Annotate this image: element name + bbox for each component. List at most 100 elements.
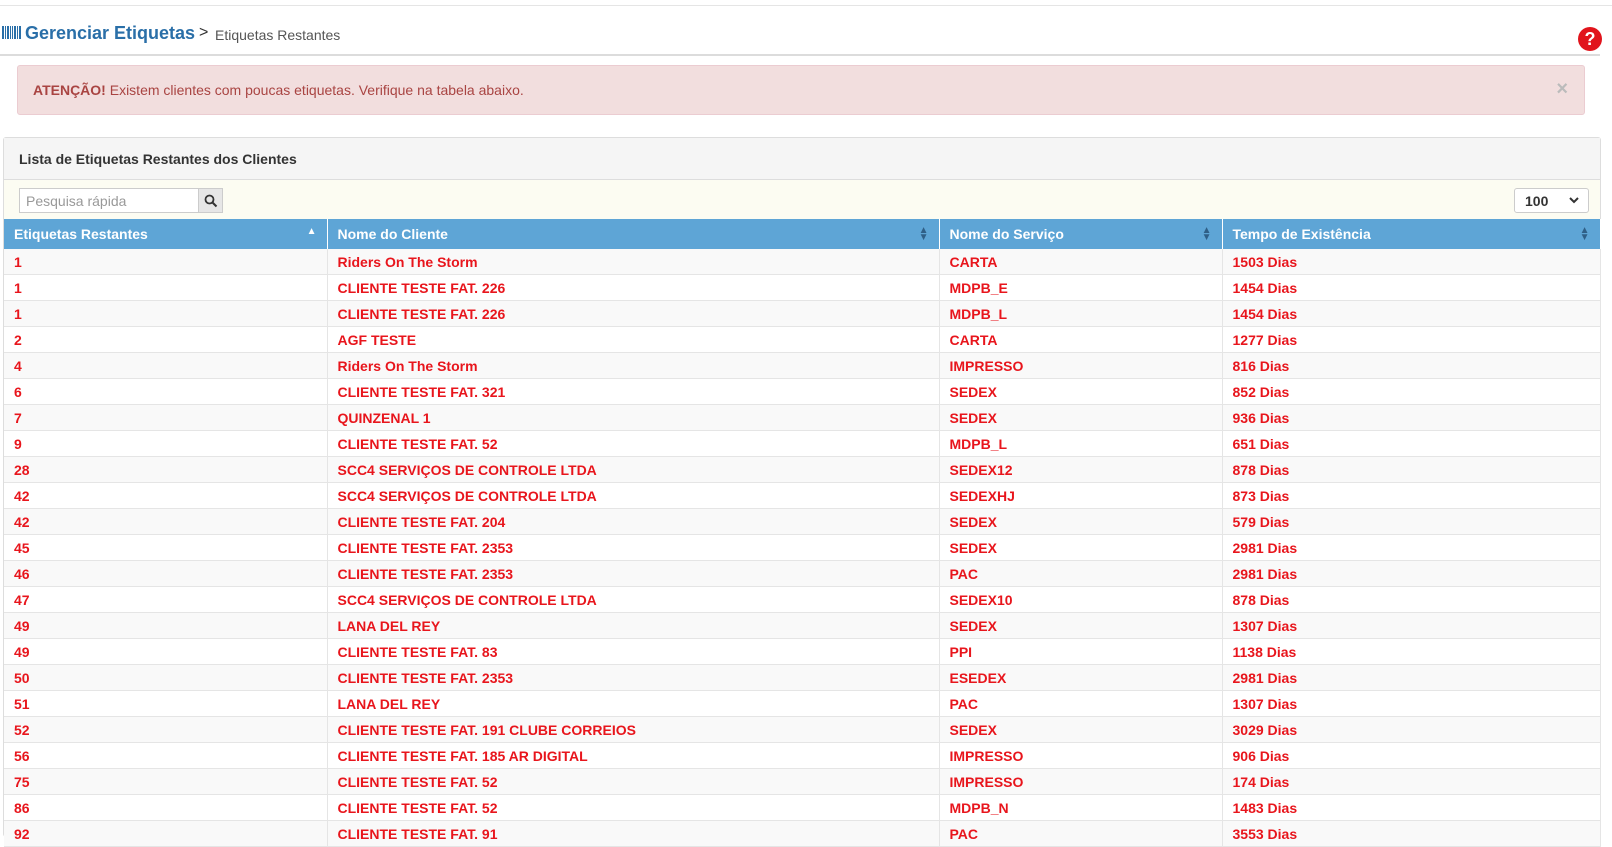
table-row[interactable]: 52 CLIENTE TESTE FAT. 191 CLUBE CORREIOS S… <box>4 716 1601 743</box>
cell-age: 1307 Dias <box>1222 690 1601 717</box>
cell-client-name: CLIENTE TESTE FAT. 91 <box>327 820 940 847</box>
cell-service-name: ESEDEX <box>939 664 1223 691</box>
cell-age: 1483 Dias <box>1222 794 1601 821</box>
breadcrumb-separator: > <box>199 24 209 41</box>
cell-age: 852 Dias <box>1222 378 1601 405</box>
table-row[interactable]: 6 CLIENTE TESTE FAT. 321 SEDEX 852 Dias <box>4 378 1601 405</box>
column-header-labels[interactable]: Etiquetas Restantes ▲ <box>4 219 328 249</box>
table-header-row: Etiquetas Restantes ▲ Nome do Cliente ▲ ▼ N… <box>4 219 1601 249</box>
cell-client-name: AGF TESTE <box>327 326 940 353</box>
cell-service-name: SEDEX <box>939 534 1223 561</box>
table-row[interactable]: 50 CLIENTE TESTE FAT. 2353 ESEDEX 2981 Dias <box>4 664 1601 691</box>
cell-client-name: SCC4 SERVIÇOS DE CONTROLE LTDA <box>327 482 940 509</box>
page-title[interactable]: Gerenciar Etiquetas <box>25 23 195 44</box>
column-label: Etiquetas Restantes <box>14 226 148 242</box>
cell-remaining-labels: 56 <box>4 742 328 769</box>
search-icon <box>204 194 217 208</box>
table-row[interactable]: 46 CLIENTE TESTE FAT. 2353 PAC 2981 Dias <box>4 560 1601 587</box>
table-row[interactable]: 75 CLIENTE TESTE FAT. 52 IMPRESSO 174 Dias <box>4 768 1601 795</box>
table-row[interactable]: 42 CLIENTE TESTE FAT. 204 SEDEX 579 Dias <box>4 508 1601 535</box>
cell-service-name: MDPB_N <box>939 794 1223 821</box>
panel-title: Lista de Etiquetas Restantes dos Cliente… <box>19 151 297 167</box>
cell-service-name: PAC <box>939 690 1223 717</box>
table-row[interactable]: 49 LANA DEL REY SEDEX 1307 Dias <box>4 612 1601 639</box>
cell-client-name: CLIENTE TESTE FAT. 204 <box>327 508 940 535</box>
cell-age: 1454 Dias <box>1222 300 1601 327</box>
top-divider <box>0 5 1612 6</box>
cell-age: 1454 Dias <box>1222 274 1601 301</box>
cell-age: 873 Dias <box>1222 482 1601 509</box>
cell-client-name: QUINZENAL 1 <box>327 404 940 431</box>
labels-table: Etiquetas Restantes ▲ Nome do Cliente ▲ ▼ N… <box>4 219 1601 847</box>
cell-age: 1503 Dias <box>1222 249 1601 275</box>
table-row[interactable]: 7 QUINZENAL 1 SEDEX 936 Dias <box>4 404 1601 431</box>
cell-service-name: PAC <box>939 560 1223 587</box>
cell-remaining-labels: 7 <box>4 404 328 431</box>
alert-strong: ATENÇÃO! <box>33 82 106 98</box>
sort-icon[interactable]: ▲ ▼ <box>1580 226 1590 243</box>
column-label: Nome do Cliente <box>337 226 448 242</box>
table-row[interactable]: 4 Riders On The Storm IMPRESSO 816 Dias <box>4 352 1601 379</box>
table-row[interactable]: 47 SCC4 SERVIÇOS DE CONTROLE LTDA SEDEX10 8… <box>4 586 1601 613</box>
cell-client-name: CLIENTE TESTE FAT. 191 CLUBE CORREIOS <box>327 716 940 743</box>
cell-remaining-labels: 52 <box>4 716 328 743</box>
column-header-client[interactable]: Nome do Cliente ▲ ▼ <box>327 219 940 249</box>
cell-client-name: CLIENTE TESTE FAT. 321 <box>327 378 940 405</box>
cell-service-name: MDPB_L <box>939 300 1223 327</box>
cell-client-name: SCC4 SERVIÇOS DE CONTROLE LTDA <box>327 456 940 483</box>
table-row[interactable]: 2 AGF TESTE CARTA 1277 Dias <box>4 326 1601 353</box>
table-row[interactable]: 1 CLIENTE TESTE FAT. 226 MDPB_L 1454 Dias <box>4 300 1601 327</box>
cell-remaining-labels: 1 <box>4 300 328 327</box>
cell-age: 1138 Dias <box>1222 638 1601 665</box>
cell-remaining-labels: 92 <box>4 820 328 847</box>
sort-asc-icon[interactable]: ▲ <box>307 227 317 237</box>
search-input[interactable] <box>19 188 199 213</box>
alert-message: Existem clientes com poucas etiquetas. V… <box>105 82 524 98</box>
cell-remaining-labels: 45 <box>4 534 328 561</box>
cell-age: 174 Dias <box>1222 768 1601 795</box>
cell-service-name: CARTA <box>939 326 1223 353</box>
table-row[interactable]: 51 LANA DEL REY PAC 1307 Dias <box>4 690 1601 717</box>
cell-remaining-labels: 50 <box>4 664 328 691</box>
cell-remaining-labels: 4 <box>4 352 328 379</box>
alert-text: ATENÇÃO! Existem clientes com poucas eti… <box>33 82 524 98</box>
cell-service-name: SEDEX <box>939 612 1223 639</box>
table-row[interactable]: 86 CLIENTE TESTE FAT. 52 MDPB_N 1483 Dias <box>4 794 1601 821</box>
table-row[interactable]: 9 CLIENTE TESTE FAT. 52 MDPB_L 651 Dias <box>4 430 1601 457</box>
sort-icon[interactable]: ▲ ▼ <box>919 226 929 243</box>
close-icon[interactable]: × <box>1556 78 1568 101</box>
cell-remaining-labels: 42 <box>4 508 328 535</box>
table-row[interactable]: 49 CLIENTE TESTE FAT. 83 PPI 1138 Dias <box>4 638 1601 665</box>
table-row[interactable]: 92 CLIENTE TESTE FAT. 91 PAC 3553 Dias <box>4 820 1601 847</box>
table-row[interactable]: 1 Riders On The Storm CARTA 1503 Dias <box>4 249 1601 275</box>
cell-age: 2981 Dias <box>1222 534 1601 561</box>
cell-age: 651 Dias <box>1222 430 1601 457</box>
cell-service-name: MDPB_L <box>939 430 1223 457</box>
table-row[interactable]: 42 SCC4 SERVIÇOS DE CONTROLE LTDA SEDEXHJ 8… <box>4 482 1601 509</box>
column-header-service[interactable]: Nome do Serviço ▲ ▼ <box>939 219 1223 249</box>
search-button[interactable] <box>198 188 223 213</box>
column-header-age[interactable]: Tempo de Existência ▲ ▼ <box>1222 219 1601 249</box>
cell-remaining-labels: 9 <box>4 430 328 457</box>
cell-service-name: SEDEX <box>939 508 1223 535</box>
cell-age: 2981 Dias <box>1222 560 1601 587</box>
cell-remaining-labels: 28 <box>4 456 328 483</box>
question-circle-icon[interactable]: ? <box>1578 27 1602 51</box>
cell-age: 816 Dias <box>1222 352 1601 379</box>
page-size-select[interactable]: 100 <box>1514 188 1589 213</box>
cell-remaining-labels: 1 <box>4 274 328 301</box>
cell-remaining-labels: 46 <box>4 560 328 587</box>
cell-client-name: CLIENTE TESTE FAT. 226 <box>327 274 940 301</box>
table-row[interactable]: 56 CLIENTE TESTE FAT. 185 AR DIGITAL IMPRE… <box>4 742 1601 769</box>
panel-heading: Lista de Etiquetas Restantes dos Cliente… <box>4 138 1600 180</box>
cell-client-name: CLIENTE TESTE FAT. 226 <box>327 300 940 327</box>
cell-service-name: PAC <box>939 820 1223 847</box>
table-row[interactable]: 28 SCC4 SERVIÇOS DE CONTROLE LTDA SEDEX12 8… <box>4 456 1601 483</box>
table-row[interactable]: 1 CLIENTE TESTE FAT. 226 MDPB_E 1454 Dias <box>4 274 1601 301</box>
sort-icon[interactable]: ▲ ▼ <box>1202 226 1212 243</box>
cell-remaining-labels: 6 <box>4 378 328 405</box>
cell-remaining-labels: 1 <box>4 249 328 275</box>
table-row[interactable]: 45 CLIENTE TESTE FAT. 2353 SEDEX 2981 Dias <box>4 534 1601 561</box>
table-body: 1 Riders On The Storm CARTA 1503 Dias 1 CLIEN… <box>4 249 1601 847</box>
cell-service-name: SEDEX <box>939 378 1223 405</box>
